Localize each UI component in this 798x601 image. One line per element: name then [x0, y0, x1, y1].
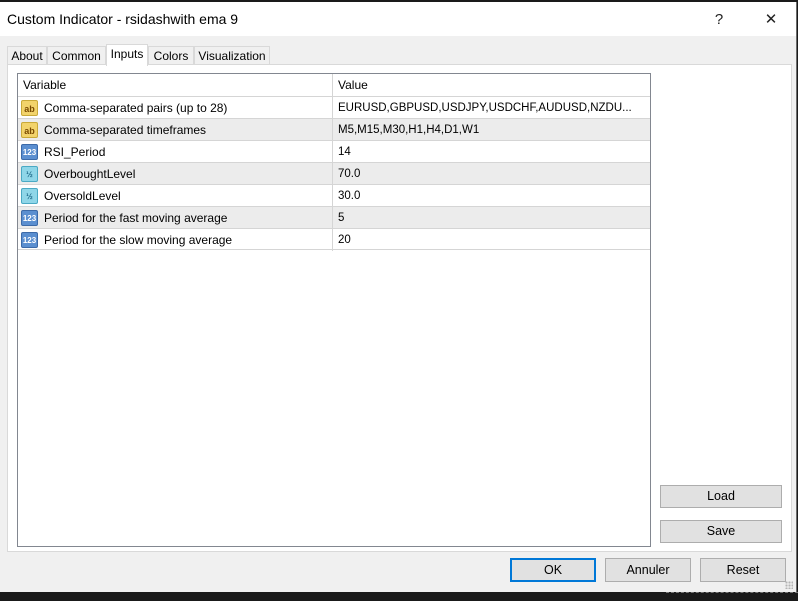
window-title: Custom Indicator - rsidashwith ema 9: [7, 11, 239, 27]
save-button[interactable]: Save: [660, 520, 782, 543]
table-row[interactable]: 123 RSI_Period 14: [18, 140, 650, 163]
table-row[interactable]: ab Comma-separated timeframes M5,M15,M30…: [18, 118, 650, 141]
value-cell[interactable]: 5: [333, 207, 650, 229]
custom-indicator-dialog: Custom Indicator - rsidashwith ema 9 ? ✕…: [0, 2, 797, 592]
double-type-icon: ½: [21, 166, 38, 182]
value-cell[interactable]: EURUSD,GBPUSD,USDJPY,USDCHF,AUDUSD,NZDU.…: [333, 97, 650, 119]
value-cell[interactable]: 14: [333, 141, 650, 163]
tab-common[interactable]: Common: [47, 46, 106, 65]
variable-name: RSI_Period: [44, 145, 106, 159]
variable-cell: ½ OverboughtLevel: [18, 163, 333, 185]
variable-name: Period for the fast moving average: [44, 211, 228, 225]
variable-name: OversoldLevel: [44, 189, 121, 203]
column-header-value[interactable]: Value: [333, 74, 650, 96]
variable-cell: 123 Period for the slow moving average: [18, 229, 333, 251]
variable-cell: 123 Period for the fast moving average: [18, 207, 333, 229]
value-cell[interactable]: M5,M15,M30,H1,H4,D1,W1: [333, 119, 650, 141]
table-row[interactable]: ½ OverboughtLevel 70.0: [18, 162, 650, 185]
load-button[interactable]: Load: [660, 485, 782, 508]
title-bar: Custom Indicator - rsidashwith ema 9 ? ✕: [0, 2, 796, 36]
tab-visualization[interactable]: Visualization: [194, 46, 270, 65]
double-type-icon: ½: [21, 188, 38, 204]
grid-header: Variable Value: [18, 74, 650, 96]
table-row[interactable]: 123 Period for the fast moving average 5: [18, 206, 650, 229]
table-row[interactable]: 123 Period for the slow moving average 2…: [18, 228, 650, 251]
ok-button[interactable]: OK: [510, 558, 596, 582]
cancel-button[interactable]: Annuler: [605, 558, 691, 582]
value-cell[interactable]: 30.0: [333, 185, 650, 207]
variable-name: Period for the slow moving average: [44, 233, 233, 247]
tab-about[interactable]: About: [7, 46, 47, 65]
table-row[interactable]: ½ OversoldLevel 30.0: [18, 184, 650, 207]
string-type-icon: ab: [21, 122, 38, 138]
variable-name: Comma-separated pairs (up to 28): [44, 101, 228, 115]
close-button[interactable]: ✕: [748, 2, 794, 36]
variable-cell: ab Comma-separated pairs (up to 28): [18, 97, 333, 119]
integer-type-icon: 123: [21, 232, 38, 248]
close-icon: ✕: [764, 11, 778, 28]
variable-name: OverboughtLevel: [44, 167, 136, 181]
reset-button[interactable]: Reset: [700, 558, 786, 582]
inputs-panel: Variable Value ab Comma-separated pairs …: [7, 64, 792, 552]
variable-cell: ½ OversoldLevel: [18, 185, 333, 207]
inputs-grid: Variable Value ab Comma-separated pairs …: [17, 73, 651, 547]
column-header-variable[interactable]: Variable: [18, 74, 333, 96]
tab-colors[interactable]: Colors: [148, 46, 194, 65]
variable-cell: 123 RSI_Period: [18, 141, 333, 163]
table-row[interactable]: ab Comma-separated pairs (up to 28) EURU…: [18, 96, 650, 119]
tab-inputs[interactable]: Inputs: [106, 44, 148, 66]
variable-name: Comma-separated timeframes: [44, 123, 207, 137]
value-cell[interactable]: 20: [333, 229, 650, 251]
integer-type-icon: 123: [21, 210, 38, 226]
value-cell[interactable]: 70.0: [333, 163, 650, 185]
help-button[interactable]: ?: [696, 2, 742, 36]
variable-cell: ab Comma-separated timeframes: [18, 119, 333, 141]
integer-type-icon: 123: [21, 144, 38, 160]
help-icon: ?: [714, 10, 724, 28]
resize-grip[interactable]: [785, 581, 793, 589]
string-type-icon: ab: [21, 100, 38, 116]
